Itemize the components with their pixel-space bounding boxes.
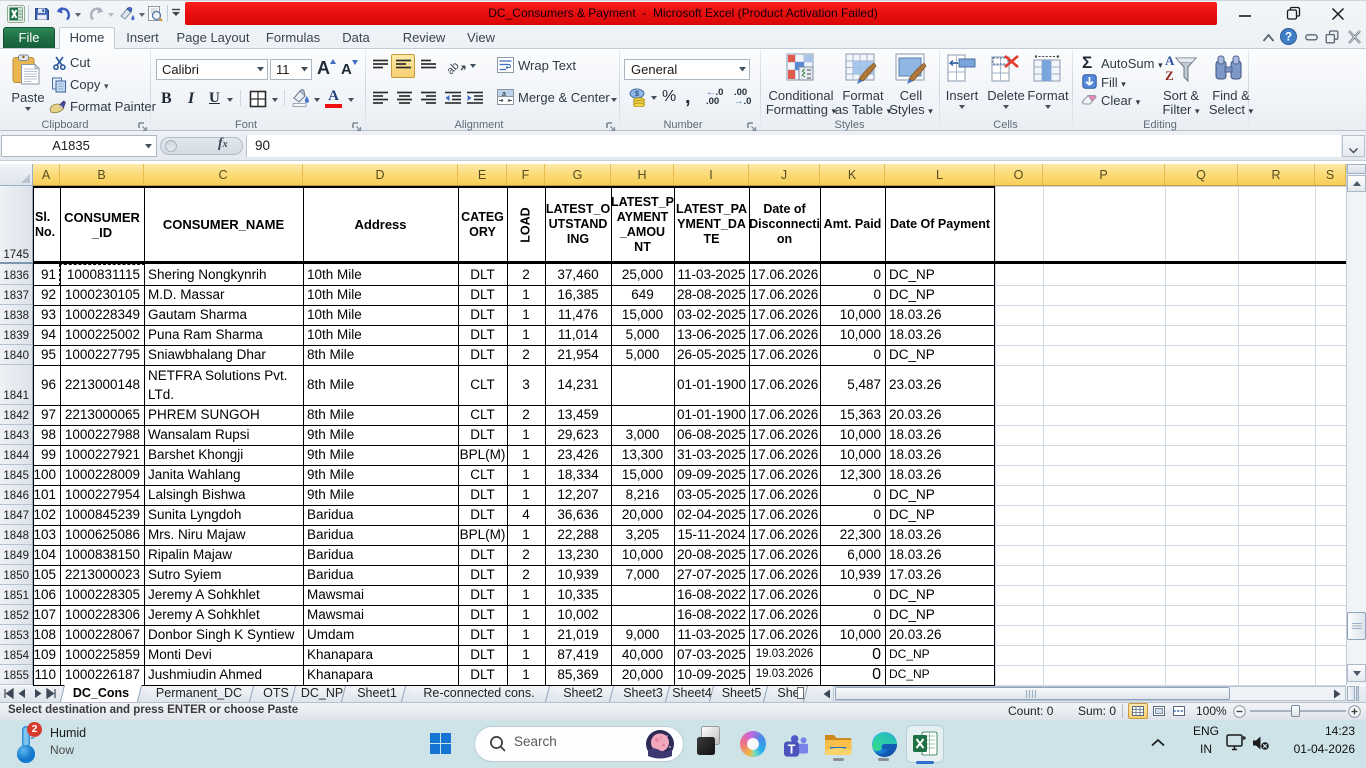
svg-text:a: a xyxy=(502,91,506,98)
svg-text:?: ? xyxy=(1285,32,1292,44)
svg-text:T: T xyxy=(788,743,796,757)
svg-text:Z: Z xyxy=(1165,68,1174,83)
svg-text:ab: ab xyxy=(447,60,462,76)
svg-text:A: A xyxy=(1165,53,1175,68)
